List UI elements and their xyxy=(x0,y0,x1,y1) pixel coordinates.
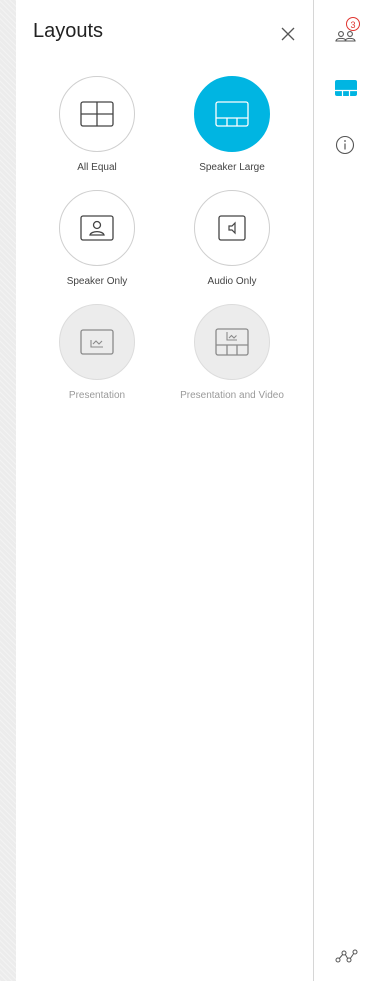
participants-button[interactable]: 3 xyxy=(334,17,360,50)
close-button[interactable] xyxy=(278,24,298,44)
layout-label: All Equal xyxy=(77,162,117,173)
layout-label: Audio Only xyxy=(207,276,257,287)
close-icon xyxy=(281,27,295,41)
layout-circle xyxy=(59,76,135,152)
participants-count-badge: 3 xyxy=(346,17,360,31)
layout-label: Presentation and Video xyxy=(180,390,284,401)
side-rail: 3 xyxy=(314,0,369,981)
layout-option-audio-only[interactable]: Audio Only xyxy=(167,190,297,300)
speaker-large-layout-icon xyxy=(215,101,249,127)
panel-title: Layouts xyxy=(33,20,104,42)
layout-circle xyxy=(59,190,135,266)
audio-only-layout-icon xyxy=(218,215,246,241)
network-stats-icon xyxy=(335,949,358,963)
panel-header: Layouts xyxy=(16,0,313,66)
layout-circle xyxy=(59,304,135,380)
layout-option-presentation-and-video[interactable]: Presentation and Video xyxy=(167,304,297,414)
speaker-only-layout-icon xyxy=(80,215,114,241)
layout-label: Speaker Only xyxy=(66,276,128,287)
layout-option-speaker-large[interactable]: Speaker Large xyxy=(167,76,297,186)
grid-layout-icon xyxy=(80,101,114,127)
layouts-button[interactable] xyxy=(334,78,360,104)
layout-option-all-equal[interactable]: All Equal xyxy=(32,76,162,186)
layout-option-presentation[interactable]: Presentation xyxy=(32,304,162,414)
presentation-layout-icon xyxy=(80,329,114,355)
info-button[interactable] xyxy=(334,134,360,160)
layout-label: Presentation xyxy=(68,390,126,401)
layout-circle xyxy=(194,190,270,266)
info-icon xyxy=(335,135,355,155)
layout-circle xyxy=(194,304,270,380)
network-stats-button[interactable] xyxy=(334,946,360,972)
presentation-video-layout-icon xyxy=(215,328,249,356)
layouts-icon xyxy=(335,80,357,96)
layout-option-speaker-only[interactable]: Speaker Only xyxy=(32,190,162,300)
layout-circle xyxy=(194,76,270,152)
layouts-panel: Layouts All Equal Speaker Large Speaker … xyxy=(16,0,313,981)
layout-label: Speaker Large xyxy=(199,162,265,173)
